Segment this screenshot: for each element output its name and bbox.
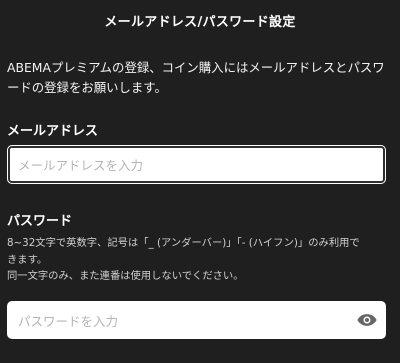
password-help-line-3: 同一文字のみ、また連番は使用しないでください。	[7, 270, 244, 282]
password-field[interactable]: パスワードを入力	[7, 301, 386, 339]
email-password-settings-page: メールアドレス/パスワード設定 ABEMAプレミアムの登録、コイン購入にはメール…	[0, 0, 400, 363]
intro-line-1: ABEMAプレミアムの登録、コイン購入にはメールアドレスとパスワ	[7, 60, 385, 75]
eye-icon[interactable]	[357, 313, 377, 327]
password-placeholder: パスワードを入力	[18, 313, 119, 329]
password-help-line-2: きます。	[7, 253, 48, 266]
email-label: メールアドレス	[7, 124, 99, 139]
password-label: パスワード	[7, 214, 73, 229]
intro-line-2: ードの登録をお願いします。	[7, 80, 167, 95]
email-field[interactable]: メールアドレスを入力	[7, 145, 386, 184]
password-help-line-1: 8~32文字で英数字、記号は「_ (アンダーバー)」「- (ハイフン)」のみ利用…	[7, 237, 360, 249]
email-placeholder: メールアドレスを入力	[18, 158, 144, 173]
password-help-text: 8~32文字で英数字、記号は「_ (アンダーバー)」「- (ハイフン)」のみ利用…	[7, 235, 397, 285]
intro-text: ABEMAプレミアムの登録、コイン購入にはメールアドレスとパスワ ードの登録をお…	[7, 58, 395, 98]
page-title: メールアドレス/パスワード設定	[104, 15, 296, 30]
